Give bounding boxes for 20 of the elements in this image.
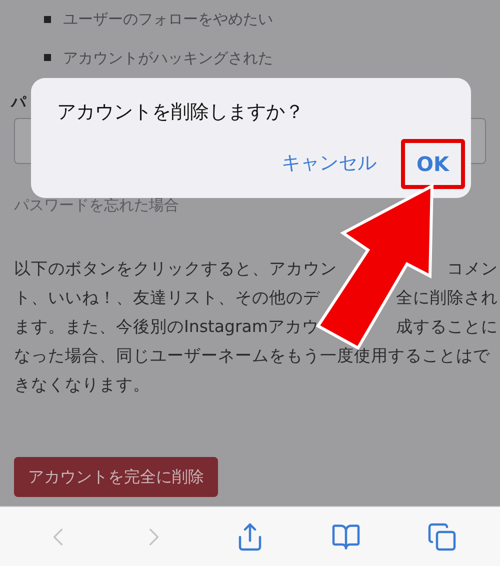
paragraph-text: きなくなります。 [14,374,150,396]
tabs-icon[interactable] [427,522,457,552]
forgot-password-link[interactable]: パスワードを忘れた場合 [14,194,179,216]
paragraph-text: ト、いいね！、友達リスト、その他のデ [14,287,320,309]
paragraph-text: 以下のボタンをクリックすると、アカウン [14,258,337,280]
delete-account-button[interactable]: アカウントを完全に削除 [14,457,218,497]
paragraph-text: 成することに [396,316,498,338]
list-item: アカウントがハッキングされた [63,48,273,68]
bullet-icon [44,16,51,23]
dialog-button[interactable]: OK [400,138,465,188]
paragraph-text: コメン [447,258,498,280]
section-heading: パ [11,92,26,113]
paragraph-text: ます。また、今後別のInstagramアカウ [14,316,319,338]
paragraph-text: なった場合、同じユーザーネームをもう一度使用することはで [14,345,490,367]
bullet-icon [44,54,51,62]
paragraph-text: 全に削除され [396,287,498,309]
list-item: ユーザーのフォローをやめたい [63,9,273,30]
dialog-button[interactable]: キャンセル [280,138,378,188]
dialog-title: アカウントを削除しますか？ [57,100,304,125]
book-icon[interactable] [331,522,361,552]
